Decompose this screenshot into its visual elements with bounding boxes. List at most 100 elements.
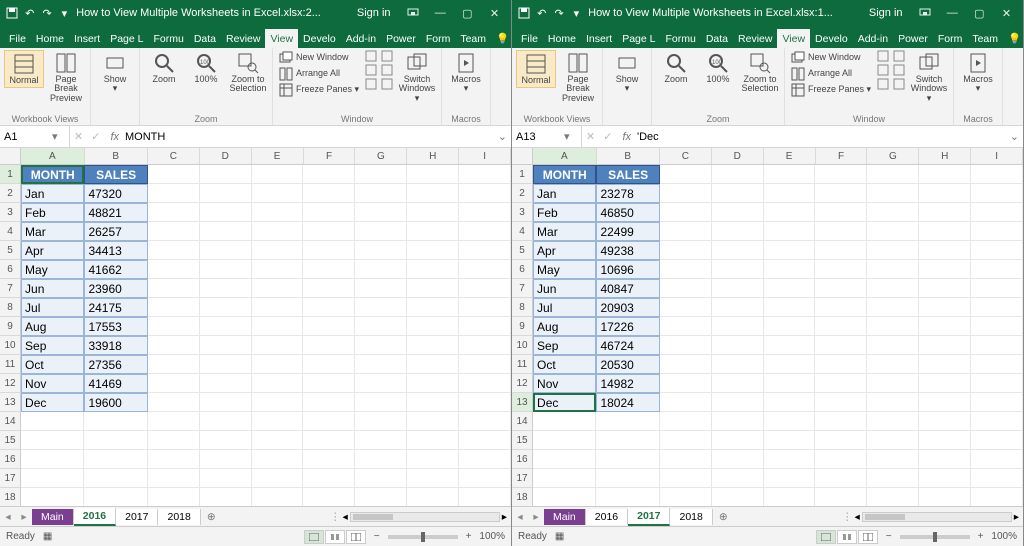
cell-G3[interactable] [355,203,407,222]
cell-E14[interactable] [252,412,304,431]
cell-A11[interactable]: Oct [21,355,84,374]
cell-G13[interactable] [355,393,407,412]
macros-button[interactable]: Macros ▾ [958,50,998,96]
cell-I6[interactable] [459,260,511,279]
menu-tab-develo[interactable]: Develo [298,29,341,48]
column-header-C[interactable]: C [660,148,712,164]
menu-tab-insert[interactable]: Insert [581,29,617,48]
cell-H15[interactable] [407,431,459,450]
split-handle-icon[interactable]: ⋮ [330,511,341,523]
cell-C6[interactable] [148,260,200,279]
macro-record-icon[interactable]: ▦ [555,531,564,542]
horizontal-scrollbar[interactable] [350,512,500,522]
cell-D14[interactable] [712,412,764,431]
cell-B5[interactable]: 34413 [84,241,147,260]
cell-C4[interactable] [148,222,200,241]
cell-G16[interactable] [867,450,919,469]
cell-G13[interactable] [867,393,919,412]
cell-D11[interactable] [712,355,764,374]
cell-B9[interactable]: 17553 [84,317,147,336]
cell-A3[interactable]: Feb [533,203,596,222]
cell-A18[interactable] [533,488,596,506]
cell-B18[interactable] [84,488,147,506]
cell-D12[interactable] [712,374,764,393]
fx-icon[interactable]: fx [622,131,631,143]
cell-E10[interactable] [252,336,304,355]
menu-tab-data[interactable]: Data [701,29,733,48]
cell-I12[interactable] [971,374,1023,393]
cell-C14[interactable] [660,412,712,431]
column-header-F[interactable]: F [816,148,868,164]
menu-tab-insert[interactable]: Insert [69,29,105,48]
cell-F7[interactable] [303,279,355,298]
cancel-icon[interactable]: ✕ [70,130,87,143]
cell-I3[interactable] [459,203,511,222]
cell-G17[interactable] [355,469,407,488]
cell-B8[interactable]: 24175 [84,298,147,317]
cell-E12[interactable] [252,374,304,393]
cell-H18[interactable] [919,488,971,506]
cell-F10[interactable] [815,336,867,355]
cell-B15[interactable] [596,431,659,450]
scroll-left-icon[interactable]: ◂ [342,511,347,523]
cell-H17[interactable] [407,469,459,488]
cell-C4[interactable] [660,222,712,241]
zoom-percent[interactable]: 100% [991,531,1017,542]
enter-icon[interactable]: ✓ [599,130,616,143]
cell-G4[interactable] [867,222,919,241]
cell-H15[interactable] [919,431,971,450]
cell-I1[interactable] [459,165,511,184]
cell-A6[interactable]: May [533,260,596,279]
cell-B14[interactable] [596,412,659,431]
cell-B6[interactable]: 10696 [596,260,659,279]
cell-C10[interactable] [660,336,712,355]
window-option-icon[interactable] [365,50,379,64]
cell-E17[interactable] [252,469,304,488]
cell-H2[interactable] [919,184,971,203]
cell-B14[interactable] [84,412,147,431]
cell-C3[interactable] [660,203,712,222]
cell-B4[interactable]: 26257 [84,222,147,241]
cell-G4[interactable] [355,222,407,241]
cell-G8[interactable] [355,298,407,317]
cell-E8[interactable] [252,298,304,317]
cell-E9[interactable] [252,317,304,336]
cell-F6[interactable] [815,260,867,279]
cell-H11[interactable] [407,355,459,374]
cell-I17[interactable] [971,469,1023,488]
cell-E7[interactable] [252,279,304,298]
page-layout-view-icon[interactable] [325,530,345,544]
cell-H7[interactable] [919,279,971,298]
cell-I5[interactable] [459,241,511,260]
sheet-tab-main[interactable]: Main [544,509,586,525]
cell-C8[interactable] [660,298,712,317]
cell-C5[interactable] [148,241,200,260]
menu-tab-develo[interactable]: Develo [810,29,853,48]
cell-F10[interactable] [303,336,355,355]
sheet-tab-main[interactable]: Main [32,509,74,525]
signin-link[interactable]: Sign in [357,7,391,19]
column-header-A[interactable]: A [21,148,84,164]
row-header-6[interactable]: 6 [512,260,533,279]
cell-E5[interactable] [252,241,304,260]
cell-B12[interactable]: 14982 [596,374,659,393]
normal-view-icon[interactable] [304,530,324,544]
row-header-15[interactable]: 15 [0,431,21,450]
switch-windows-button[interactable]: Switch Windows ▾ [909,50,949,105]
cell-E18[interactable] [252,488,304,506]
cell-B1[interactable]: SALES [84,165,147,184]
cell-reference-input[interactable] [4,131,44,143]
cell-E6[interactable] [764,260,816,279]
row-header-13[interactable]: 13 [512,393,533,412]
cell-D5[interactable] [712,241,764,260]
column-header-A[interactable]: A [533,148,596,164]
cell-G9[interactable] [355,317,407,336]
cell-B12[interactable]: 41469 [84,374,147,393]
cell-C15[interactable] [148,431,200,450]
row-header-15[interactable]: 15 [512,431,533,450]
cell-H10[interactable] [919,336,971,355]
cell-A1[interactable]: MONTH [21,165,84,184]
cell-F12[interactable] [815,374,867,393]
cell-I13[interactable] [971,393,1023,412]
row-header-18[interactable]: 18 [0,488,21,506]
